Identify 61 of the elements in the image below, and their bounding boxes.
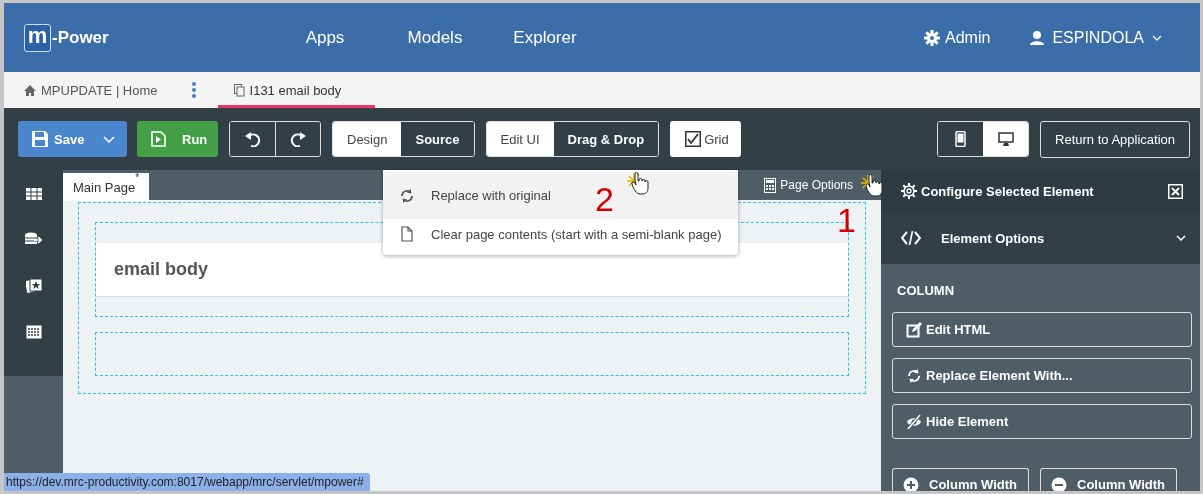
action-button[interactable]: Hide Element <box>892 404 1192 439</box>
return-button[interactable]: Return to Application <box>1040 120 1190 158</box>
status-url: https://dev.mrc-productivity.com:8017/webapp/mrc/servlet/mpower# <box>4 473 370 491</box>
photo-star-icon <box>25 278 42 293</box>
table-icon <box>25 188 42 200</box>
user-menu[interactable]: ESPINDOLA <box>1030 28 1162 47</box>
logo-mark: m <box>24 23 51 52</box>
redo-button[interactable] <box>275 122 320 156</box>
refresh-icon <box>906 367 922 384</box>
sidebar-tool[interactable] <box>25 325 42 339</box>
close-button[interactable] <box>1168 183 1183 199</box>
nav-link[interactable]: Apps <box>270 27 380 48</box>
group-label: COLUMN <box>896 282 956 298</box>
desktop-view-toggle[interactable] <box>983 122 1029 156</box>
refresh-icon <box>399 187 415 204</box>
chevron-down-icon <box>103 135 115 143</box>
admin-menu[interactable]: Admin <box>924 28 991 47</box>
plus-circle-icon <box>903 477 919 491</box>
logo-text: -Power <box>52 27 109 48</box>
tab[interactable]: MPUPDATE | Home <box>20 72 162 108</box>
sidebar-tool[interactable] <box>25 188 42 200</box>
nav-link[interactable]: Explorer <box>490 27 600 48</box>
page-tab[interactable]: Main Page $^{*}$ <box>63 173 150 201</box>
save-button[interactable]: Save <box>18 121 127 157</box>
page-heading: email body <box>114 259 209 280</box>
chevron-down-icon <box>1152 34 1162 41</box>
step-number: 2 <box>595 182 614 216</box>
sidebar-tool[interactable] <box>25 232 42 246</box>
keyboard-icon <box>25 325 42 339</box>
chevron-down-icon <box>1176 235 1186 241</box>
home-icon <box>24 84 36 96</box>
copy-icon <box>233 83 245 97</box>
grid-checkbox[interactable]: Grid <box>670 121 742 157</box>
eye-slash-icon <box>906 413 922 430</box>
run-file-icon <box>151 131 166 147</box>
nav-link[interactable]: Models <box>380 27 490 48</box>
gear-icon <box>924 29 941 46</box>
calculator-icon <box>764 177 777 193</box>
redo-icon <box>290 131 306 147</box>
action-button[interactable]: Edit HTML <box>892 312 1192 347</box>
close-icon <box>1168 183 1183 199</box>
column-width-button[interactable]: Column Width <box>892 468 1029 491</box>
gear-icon <box>901 183 917 199</box>
panel-title: Configure Selected Element <box>921 183 1095 199</box>
action-button[interactable]: Replace Element With... <box>892 358 1192 393</box>
more-vertical-icon <box>191 82 196 98</box>
edit-icon <box>906 321 922 338</box>
code-icon <box>901 230 921 246</box>
section-header[interactable]: Element Options <box>881 212 1200 264</box>
monitor-icon <box>997 131 1014 147</box>
menu-item[interactable]: Clear page contents (start with a semi-blank page) <box>383 219 738 249</box>
user-icon <box>1030 30 1045 45</box>
page-icon <box>399 226 415 242</box>
mode-toggle[interactable]: Edit UI <box>486 122 554 156</box>
sidebar-tool[interactable] <box>25 278 42 293</box>
column-width-button[interactable]: Column Width <box>1040 468 1177 491</box>
mode-toggle[interactable]: Design <box>333 122 402 156</box>
unsaved-mark: * <box>135 172 140 183</box>
phone-icon <box>955 131 967 147</box>
undo-icon <box>244 131 261 147</box>
database-export-icon <box>25 232 42 246</box>
